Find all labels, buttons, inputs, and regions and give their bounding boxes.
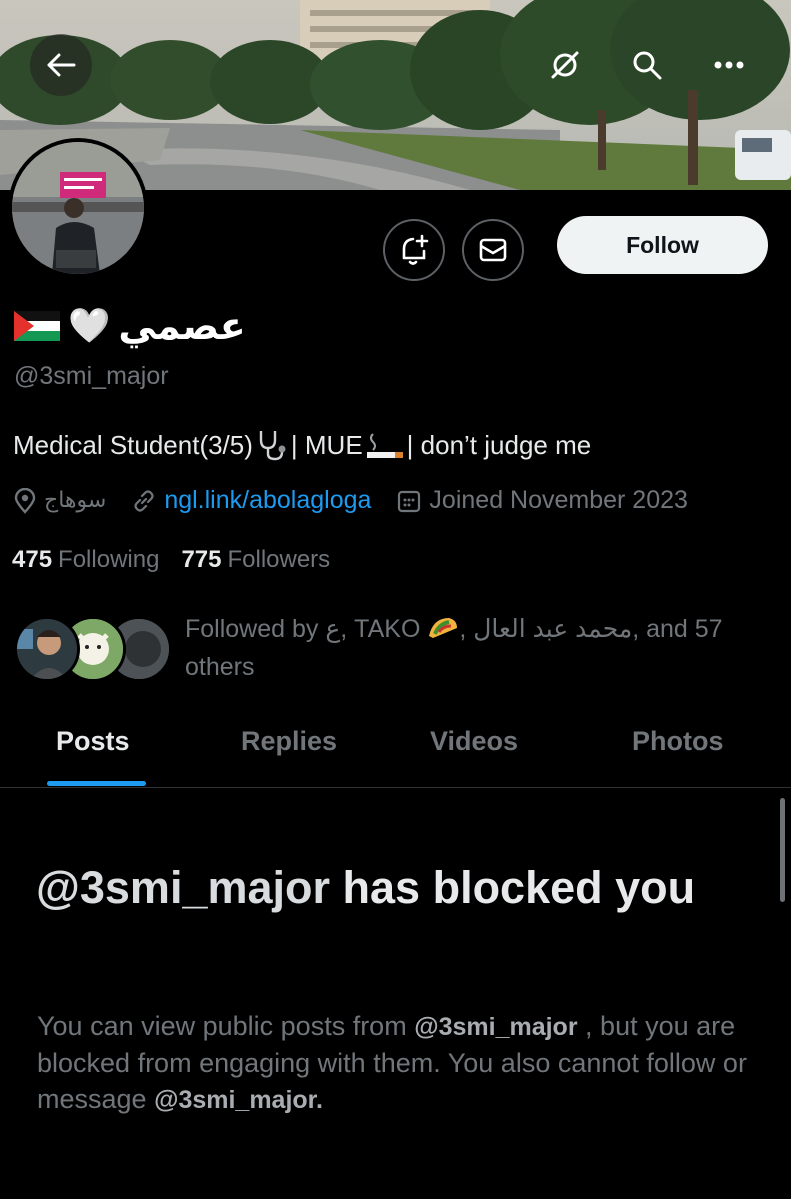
location-item: سوهاج (14, 487, 107, 514)
tab-videos[interactable]: Videos (430, 726, 518, 757)
more-button[interactable] (706, 42, 752, 88)
bio-text-1: Medical Student(3/5) (13, 429, 253, 460)
joined-item: Joined November 2023 (397, 486, 688, 515)
bell-plus-icon (402, 234, 429, 265)
blocked-title-handle: @3smi_major (36, 862, 331, 913)
avatar-photo (12, 142, 144, 274)
blocked-description: You can view public posts from @3smi_maj… (37, 1008, 757, 1118)
tab-photos[interactable]: Photos (632, 726, 724, 757)
stethoscope-icon (259, 431, 286, 461)
blocked-desc-handle-2: @3smi_major. (154, 1086, 323, 1114)
follower-avatar (14, 616, 80, 682)
bio-text-3: | don’t judge me (406, 429, 592, 460)
display-name: عصمي (118, 304, 246, 348)
follow-button[interactable]: Follow (557, 216, 768, 274)
profile-handle: @3smi_major (14, 362, 169, 390)
profile-meta: سوهاج ngl.link/abolagloga Joined Novembe… (14, 486, 714, 515)
active-tab-indicator (47, 781, 146, 786)
message-button[interactable] (462, 219, 524, 281)
website-item[interactable]: ngl.link/abolagloga (132, 486, 371, 515)
palestine-flag-icon (14, 311, 60, 341)
search-button[interactable] (624, 42, 670, 88)
followers-link[interactable]: 775 Followers (181, 546, 330, 574)
arrow-left-icon (47, 53, 76, 77)
followers-count: 775 (181, 546, 222, 573)
following-link[interactable]: 475 Following (12, 546, 159, 574)
search-icon (633, 51, 662, 80)
scrollbar[interactable] (780, 798, 785, 902)
envelope-icon (479, 238, 507, 262)
blocked-desc-handle-1: @3smi_major (414, 1013, 578, 1041)
link-icon (134, 489, 154, 512)
blocked-title: @3smi_major has blocked you (36, 860, 756, 916)
more-icon (714, 61, 744, 69)
blocked-title-rest: has blocked you (330, 862, 696, 913)
blocked-desc-1: You can view public posts from (37, 1011, 415, 1041)
followed-by-text: Followed by ع, TAKO , محمد عبد العال, an… (185, 610, 775, 686)
bio-text-2: | MUE (290, 429, 363, 460)
followed-by-section[interactable]: Followed by ع, TAKO , محمد عبد العال, an… (14, 614, 774, 694)
follow-counts: 475 Following 775 Followers (12, 546, 330, 574)
following-label: Following (58, 546, 160, 573)
followed-by-text-1: Followed by ع, TAKO (185, 615, 428, 643)
location-pin-icon (14, 487, 36, 514)
calendar-icon (398, 490, 421, 512)
notify-button[interactable] (383, 219, 445, 281)
taco-emoji (427, 615, 459, 643)
cigarette-icon (366, 433, 403, 458)
grok-icon (551, 51, 579, 79)
profile-tabs: Posts Replies Videos Photos (0, 712, 791, 788)
following-count: 475 (12, 546, 53, 573)
tab-posts[interactable]: Posts (56, 726, 130, 757)
location-text: سوهاج (44, 488, 107, 513)
profile-bio: Medical Student(3/5) | MUE | don’t judge… (13, 428, 591, 462)
followers-label: Followers (227, 546, 331, 573)
tab-replies[interactable]: Replies (241, 726, 337, 757)
grok-button[interactable] (542, 42, 588, 88)
back-button[interactable] (30, 34, 92, 96)
joined-text: Joined November 2023 (429, 486, 688, 514)
website-link[interactable]: ngl.link/abolagloga (164, 486, 371, 515)
heart-emoji: 🤍 (68, 307, 111, 345)
display-name-row: 🤍 عصمي (14, 300, 246, 352)
profile-avatar[interactable] (8, 138, 148, 278)
